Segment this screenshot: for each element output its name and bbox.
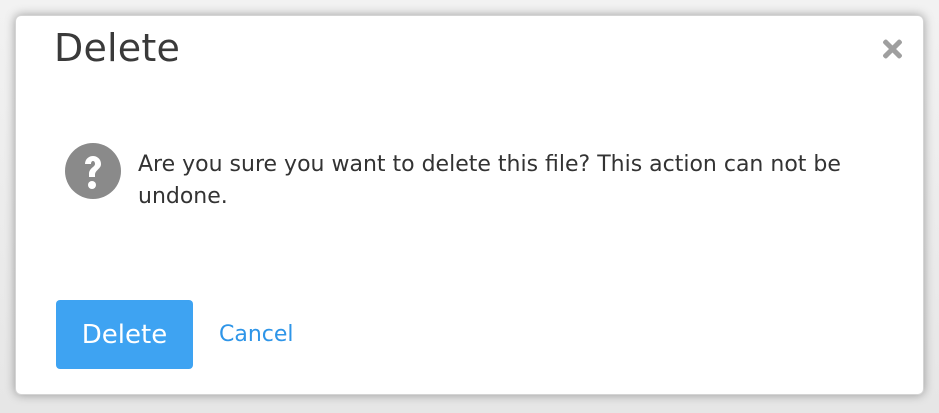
dialog-actions: Delete Cancel bbox=[56, 300, 294, 369]
backdrop: Delete Are you sure you want to delete t… bbox=[0, 0, 939, 413]
dialog-title: Delete bbox=[54, 26, 181, 70]
confirmation-message: Are you sure you want to delete this fil… bbox=[138, 152, 841, 209]
dialog-body: Are you sure you want to delete this fil… bbox=[64, 143, 884, 213]
delete-button[interactable]: Delete bbox=[56, 300, 193, 369]
cancel-link[interactable]: Cancel bbox=[219, 322, 294, 347]
close-icon[interactable] bbox=[879, 36, 905, 62]
question-circle-icon bbox=[65, 143, 121, 199]
delete-dialog: Delete Are you sure you want to delete t… bbox=[15, 15, 924, 395]
